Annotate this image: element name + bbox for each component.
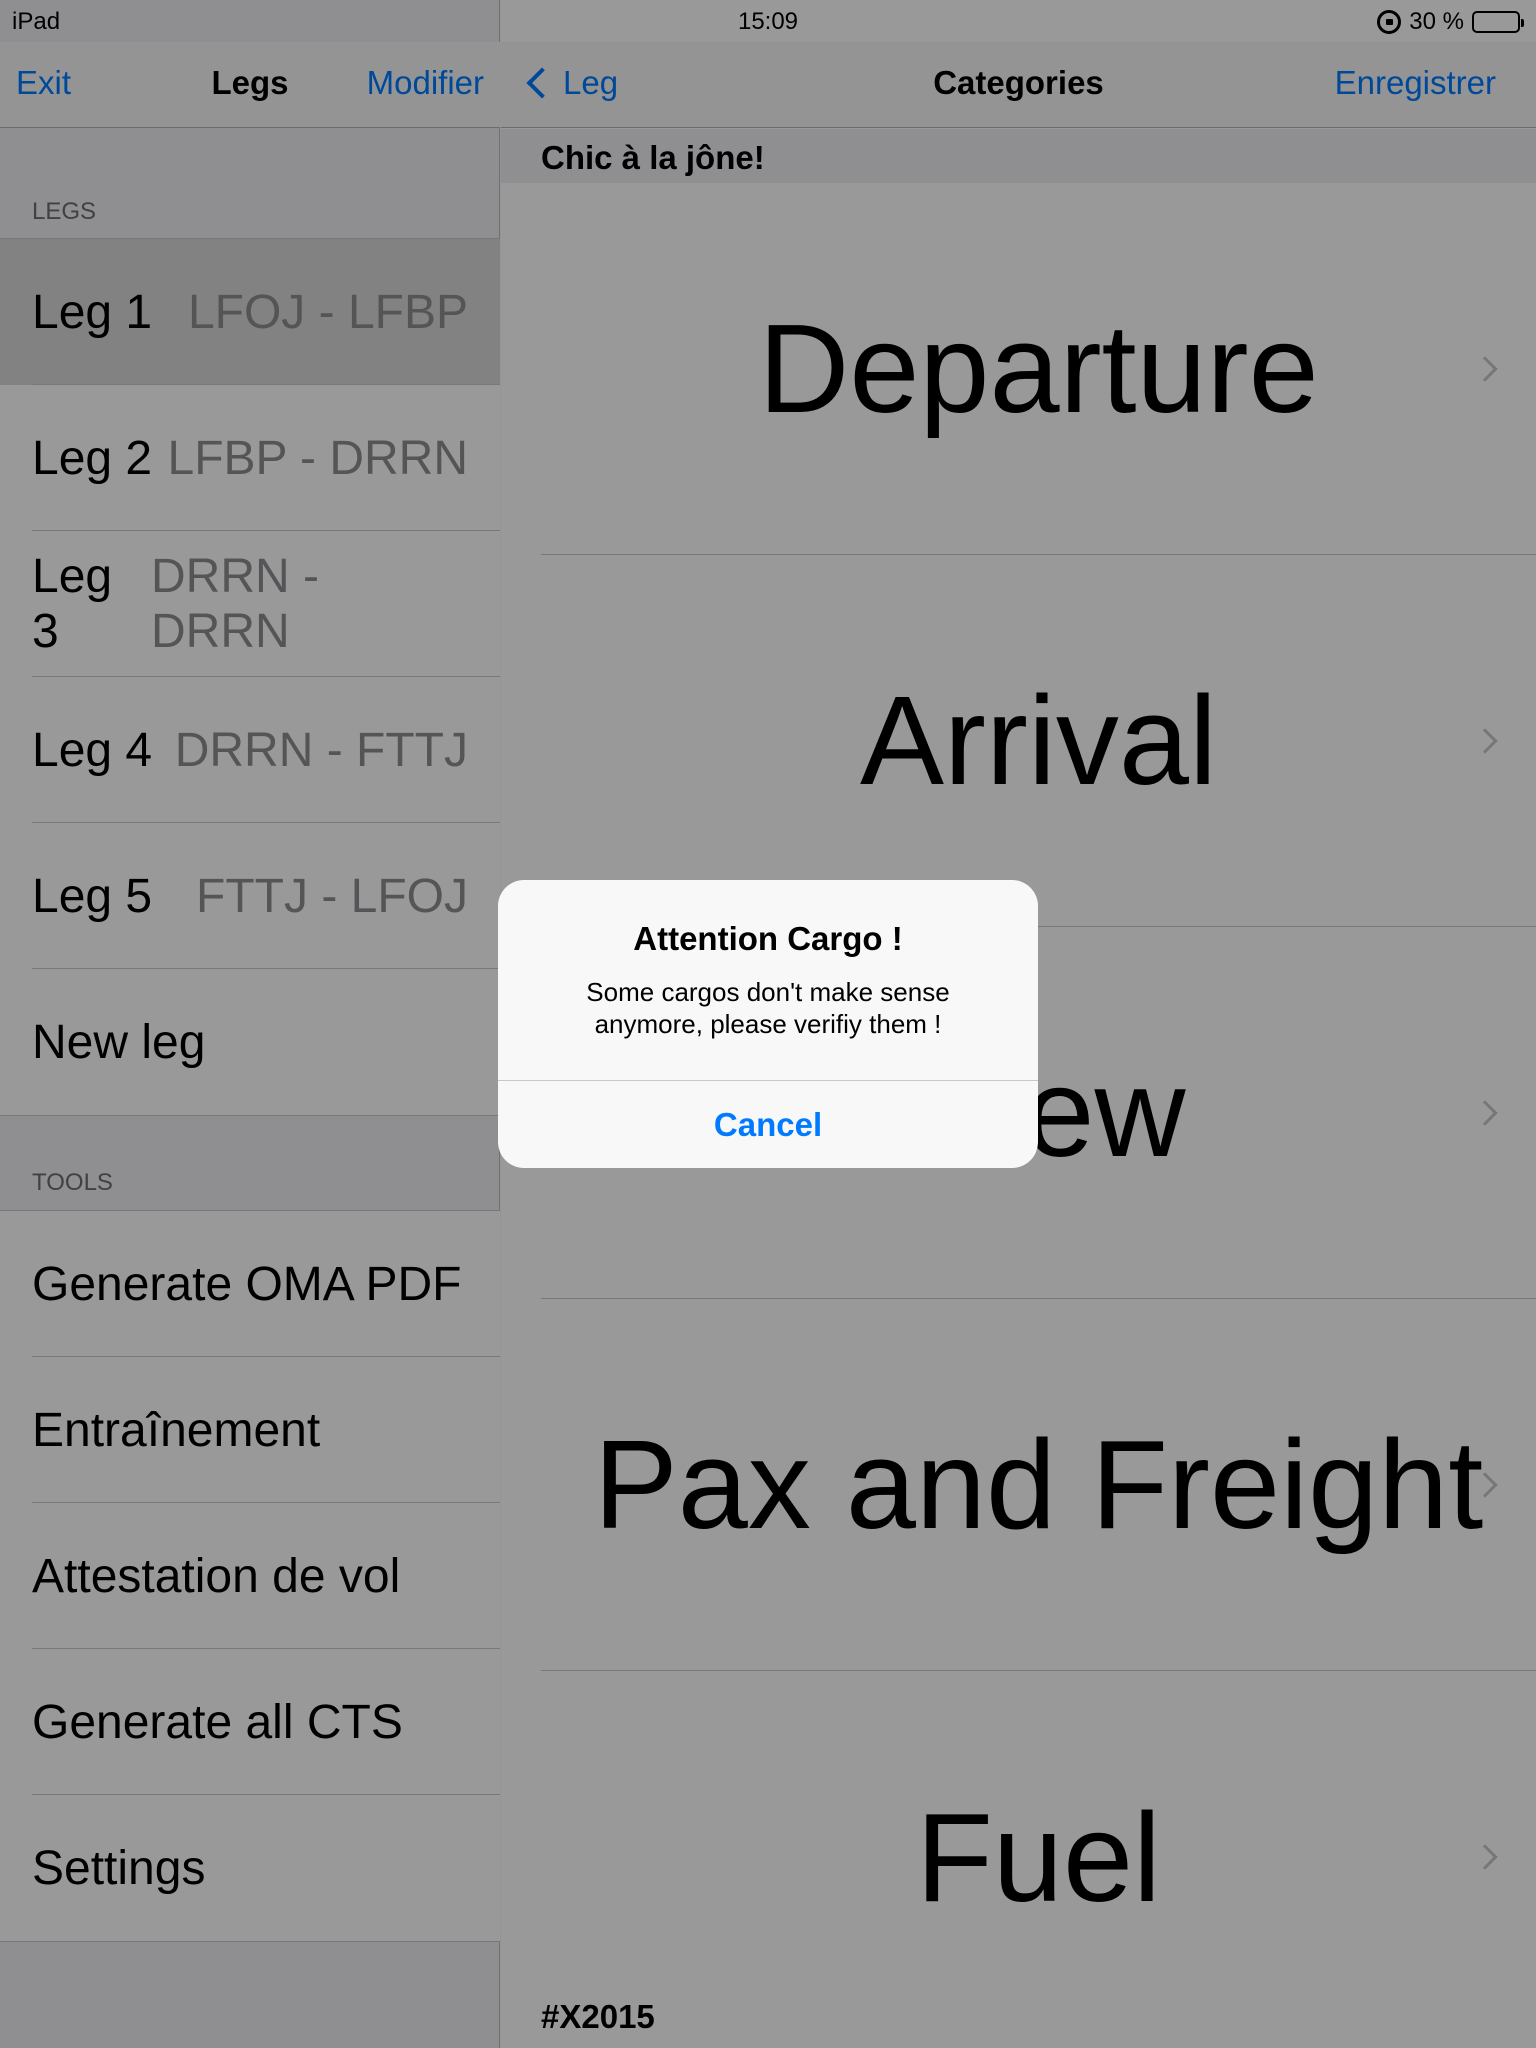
alert-dialog: Attention Cargo ! Some cargos don't make… (498, 880, 1038, 1168)
alert-title: Attention Cargo ! (633, 920, 903, 957)
alert-cancel-button[interactable]: Cancel (498, 1081, 1038, 1168)
alert-message: Some cargos don't make sense anymore, pl… (586, 977, 950, 1039)
